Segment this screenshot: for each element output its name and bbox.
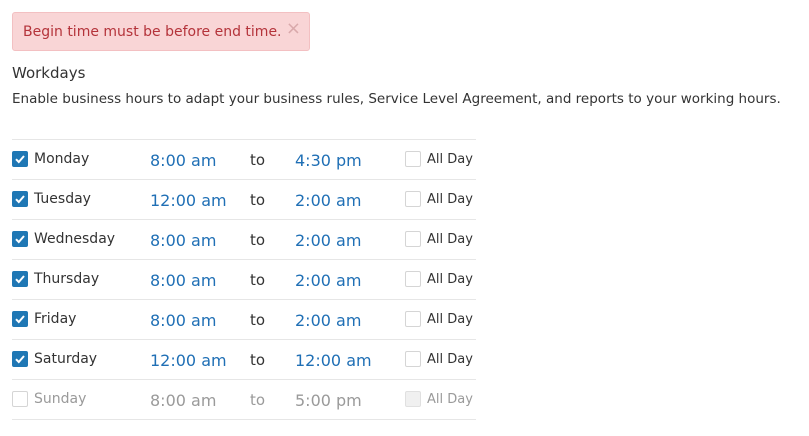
day-enabled-checkbox[interactable] <box>12 231 28 247</box>
start-time-picker[interactable]: 8:00 am <box>150 151 216 170</box>
all-day-label: All Day <box>427 352 473 367</box>
day-name: Wednesday <box>34 231 116 247</box>
to-label: to <box>250 231 266 249</box>
all-day-checkbox[interactable] <box>405 231 421 247</box>
day-name: Sunday <box>34 391 87 407</box>
start-time-picker[interactable]: 12:00 am <box>150 191 227 210</box>
business-hours-page: Begin time must be before end time. × Wo… <box>0 0 809 436</box>
all-day-label: All Day <box>427 392 473 407</box>
start-time-picker[interactable]: 8:00 am <box>150 271 216 290</box>
start-time-picker[interactable]: 8:00 am <box>150 391 216 410</box>
all-day-label: All Day <box>427 192 473 207</box>
day-name: Monday <box>34 151 90 167</box>
day-row-saturday: Saturday 12:00 am to 12:00 am All Day <box>12 340 476 380</box>
day-enabled-checkbox[interactable] <box>12 191 28 207</box>
end-time-picker[interactable]: 5:00 pm <box>295 391 362 410</box>
day-enabled-checkbox[interactable] <box>12 391 28 407</box>
all-day-label: All Day <box>427 312 473 327</box>
end-time-picker[interactable]: 2:00 am <box>295 311 361 330</box>
close-icon[interactable]: × <box>286 20 301 38</box>
to-label: to <box>250 311 266 329</box>
day-enabled-checkbox[interactable] <box>12 351 28 367</box>
all-day-checkbox[interactable] <box>405 391 421 407</box>
all-day-checkbox[interactable] <box>405 311 421 327</box>
day-enabled-checkbox[interactable] <box>12 311 28 327</box>
start-time-picker[interactable]: 8:00 am <box>150 231 216 250</box>
checkmark-icon <box>15 235 25 244</box>
day-row-thursday: Thursday 8:00 am to 2:00 am All Day <box>12 260 476 300</box>
to-label: to <box>250 391 266 409</box>
day-row-tuesday: Tuesday 12:00 am to 2:00 am All Day <box>12 180 476 220</box>
error-alert: Begin time must be before end time. × <box>12 12 310 51</box>
section-description: Enable business hours to adapt your busi… <box>12 91 781 107</box>
day-enabled-checkbox[interactable] <box>12 151 28 167</box>
day-name: Thursday <box>34 271 100 287</box>
checkmark-icon <box>15 195 25 204</box>
all-day-label: All Day <box>427 152 473 167</box>
error-alert-message: Begin time must be before end time. <box>23 23 282 40</box>
end-time-picker[interactable]: 2:00 am <box>295 191 361 210</box>
day-name: Friday <box>34 311 77 327</box>
all-day-checkbox[interactable] <box>405 271 421 287</box>
to-label: to <box>250 271 266 289</box>
day-row-friday: Friday 8:00 am to 2:00 am All Day <box>12 300 476 340</box>
start-time-picker[interactable]: 12:00 am <box>150 351 227 370</box>
to-label: to <box>250 351 266 369</box>
to-label: to <box>250 191 266 209</box>
day-row-monday: Monday 8:00 am to 4:30 pm All Day <box>12 140 476 180</box>
all-day-label: All Day <box>427 232 473 247</box>
end-time-picker[interactable]: 4:30 pm <box>295 151 362 170</box>
to-label: to <box>250 151 266 169</box>
end-time-picker[interactable]: 12:00 am <box>295 351 372 370</box>
checkmark-icon <box>15 275 25 284</box>
end-time-picker[interactable]: 2:00 am <box>295 271 361 290</box>
day-row-wednesday: Wednesday 8:00 am to 2:00 am All Day <box>12 220 476 260</box>
all-day-checkbox[interactable] <box>405 191 421 207</box>
workdays-table: Monday 8:00 am to 4:30 pm All Day Tuesda… <box>12 139 476 420</box>
section-title: Workdays <box>12 64 86 82</box>
day-name: Saturday <box>34 351 98 367</box>
day-name: Tuesday <box>34 191 91 207</box>
day-enabled-checkbox[interactable] <box>12 271 28 287</box>
checkmark-icon <box>15 315 25 324</box>
checkmark-icon <box>15 355 25 364</box>
end-time-picker[interactable]: 2:00 am <box>295 231 361 250</box>
day-row-sunday: Sunday 8:00 am to 5:00 pm All Day <box>12 380 476 420</box>
all-day-checkbox[interactable] <box>405 351 421 367</box>
all-day-label: All Day <box>427 272 473 287</box>
checkmark-icon <box>15 155 25 164</box>
start-time-picker[interactable]: 8:00 am <box>150 311 216 330</box>
all-day-checkbox[interactable] <box>405 151 421 167</box>
